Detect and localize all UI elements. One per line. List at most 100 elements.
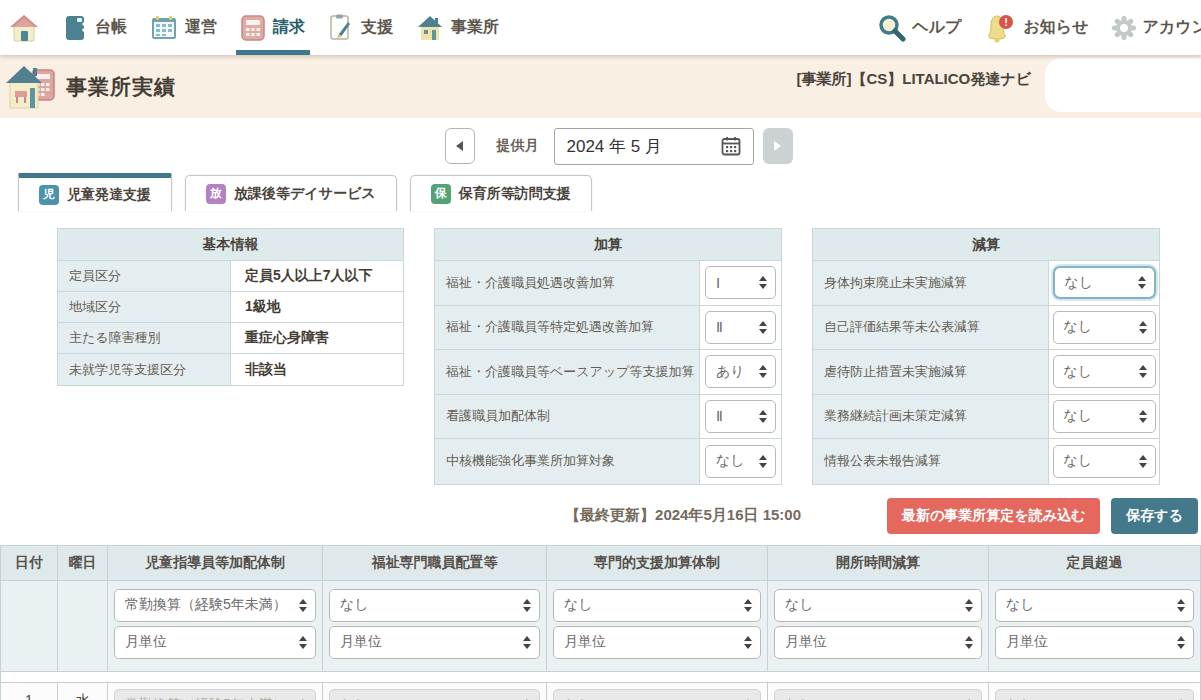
tab-houkago-day[interactable]: 放 放課後等デイサービス <box>185 175 397 211</box>
col-header-day: 曜日 <box>58 546 108 580</box>
office-label: [事業所]【CS】LITALICO発達ナビ <box>796 70 1031 89</box>
nav-item-ledger[interactable]: 台帳 <box>53 0 139 55</box>
kasan-row-label: 福祉・介護職員等ベースアップ等支援加算 <box>435 350 700 394</box>
gensan-select[interactable]: なし <box>1053 266 1156 299</box>
select-value: なし <box>1006 696 1035 700</box>
nav-item-label: ヘルプ <box>912 17 961 38</box>
basic-row-value: 非該当 <box>231 354 301 385</box>
kasan-select[interactable]: Ⅱ <box>705 311 776 344</box>
nav-item-notice[interactable]: ! お知らせ <box>972 13 1099 43</box>
basic-row-label: 定員区分 <box>58 261 231 291</box>
tab-hoikusho-houmon[interactable]: 保 保育所等訪問支援 <box>410 175 592 211</box>
select-arrows-icon <box>1139 365 1147 378</box>
month-label: 提供月 <box>497 137 539 155</box>
bulk-select[interactable]: なし <box>329 589 540 622</box>
gensan-row-label: 虐待防止措置未実施減算 <box>813 350 1049 394</box>
prev-month-button[interactable] <box>445 128 475 164</box>
select-arrows-icon <box>1139 410 1147 423</box>
bulk-cell: なし 月単位 <box>547 581 768 671</box>
bulk-select[interactable]: 月単位 <box>329 626 540 659</box>
select-value: なし <box>1065 274 1094 292</box>
load-latest-button[interactable]: 最新の事業所算定を読み込む <box>887 498 1100 534</box>
bulk-select[interactable]: 月単位 <box>553 626 761 659</box>
tab-label: 保育所等訪問支援 <box>459 185 571 203</box>
select-arrows-icon <box>523 636 531 649</box>
month-input[interactable]: 2024 年 5 月 <box>554 128 754 165</box>
row-select[interactable]: なし <box>329 689 540 700</box>
daily-schedule-table: 日付 曜日 児童指導員等加配体制 福祉専門職員配置等 専門的支援加算体制 開所時… <box>0 545 1201 700</box>
gensan-row-label: 身体拘束廃止未実施減算 <box>813 261 1049 305</box>
gensan-select[interactable]: なし <box>1053 445 1156 478</box>
tab-badge-houkago: 放 <box>206 184 226 204</box>
select-value: 月単位 <box>785 633 827 651</box>
select-value: なし <box>1064 452 1093 470</box>
bulk-empty-cell <box>1 581 58 671</box>
next-month-button[interactable] <box>763 128 793 164</box>
bulk-select[interactable]: なし <box>774 589 982 622</box>
settings-panels: 基本情報 定員区分定員5人以上7人以下 地域区分1級地 主たる障害種別重症心身障… <box>57 228 1160 485</box>
select-arrows-icon <box>1177 599 1185 612</box>
select-value: なし <box>1006 596 1035 614</box>
kasan-select[interactable]: Ⅰ <box>705 266 776 299</box>
row-select[interactable]: なし <box>553 689 761 700</box>
bulk-select[interactable]: 月単位 <box>114 626 316 659</box>
row-select[interactable]: 常勤換算（経験5年未満） <box>114 689 316 700</box>
kasan-row-label: 中核機能強化事業所加算対象 <box>435 439 700 484</box>
select-arrows-icon <box>759 410 767 423</box>
nav-item-label: 事業所 <box>451 17 499 38</box>
select-arrows-icon <box>759 321 767 334</box>
row-select[interactable]: なし <box>774 689 982 700</box>
nav-item-billing[interactable]: 請求 <box>229 0 317 55</box>
kasan-row-label: 福祉・介護職員処遇改善加算 <box>435 261 700 305</box>
select-arrows-icon <box>759 276 767 289</box>
bulk-select[interactable]: なし <box>553 589 761 622</box>
col-header-date: 日付 <box>1 546 58 580</box>
nav-item-operations[interactable]: 運営 <box>139 0 229 55</box>
office-report-icon <box>6 64 56 110</box>
page-header: 事業所実績 [事業所]【CS】LITALICO発達ナビ <box>0 55 1201 118</box>
bulk-select[interactable]: 常勤換算（経験5年未満） <box>114 589 316 622</box>
gensan-row-label: 情報公表未報告減算 <box>813 439 1049 484</box>
header-user-box[interactable] <box>1045 58 1201 112</box>
bulk-cell: なし 月単位 <box>768 581 989 671</box>
bulk-select[interactable]: 月単位 <box>774 626 982 659</box>
select-arrows-icon <box>1139 321 1147 334</box>
basic-row-value: 重症心身障害 <box>231 323 343 353</box>
chevron-right-icon <box>774 141 781 151</box>
tab-badge-jidou: 児 <box>39 185 59 205</box>
basic-row-label: 地域区分 <box>58 292 231 322</box>
gensan-row-label: 自己評価結果等未公表減算 <box>813 306 1049 350</box>
tab-jidou-hattatsu[interactable]: 児 児童発達支援 <box>18 173 172 211</box>
nav-item-support[interactable]: 支援 <box>317 0 405 55</box>
month-value: 2024 年 5 月 <box>567 135 662 158</box>
basic-info-title: 基本情報 <box>58 229 403 261</box>
office-icon <box>417 15 443 41</box>
kasan-select[interactable]: あり <box>705 355 776 388</box>
select-value: なし <box>716 452 745 470</box>
select-value: Ⅱ <box>716 319 723 335</box>
bulk-select[interactable]: 月単位 <box>995 626 1194 659</box>
nav-item-office[interactable]: 事業所 <box>405 0 511 55</box>
schedule-row-1: 1 水 常勤換算（経験5年未満） なし なし なし なし <box>1 682 1200 700</box>
kasan-select[interactable]: なし <box>705 445 776 478</box>
tab-label: 放課後等デイサービス <box>234 185 376 203</box>
select-value: なし <box>1064 407 1093 425</box>
basic-row-value: 1級地 <box>231 292 295 322</box>
bulk-select[interactable]: なし <box>995 589 1194 622</box>
gensan-select[interactable]: なし <box>1053 311 1156 344</box>
home-button[interactable] <box>0 0 53 55</box>
gensan-panel: 減算 身体拘束廃止未実施減算なし 自己評価結果等未公表減算なし 虐待防止措置未実… <box>812 228 1160 485</box>
col-header-shidouin: 児童指導員等加配体制 <box>108 546 323 580</box>
kasan-select[interactable]: Ⅱ <box>705 400 776 433</box>
top-nav: 台帳 運営 <box>0 0 1201 55</box>
basic-row-label: 主たる障害種別 <box>58 323 231 353</box>
gensan-select[interactable]: なし <box>1053 355 1156 388</box>
save-button[interactable]: 保存する <box>1111 498 1198 534</box>
gensan-select[interactable]: なし <box>1053 400 1156 433</box>
ledger-icon <box>65 15 87 41</box>
nav-item-help[interactable]: ヘルプ <box>867 14 972 42</box>
nav-item-account[interactable]: アカウン <box>1100 15 1201 41</box>
row-select[interactable]: なし <box>995 689 1194 700</box>
select-arrows-icon <box>744 636 752 649</box>
col-header-kaisho: 開所時間減算 <box>768 546 989 580</box>
